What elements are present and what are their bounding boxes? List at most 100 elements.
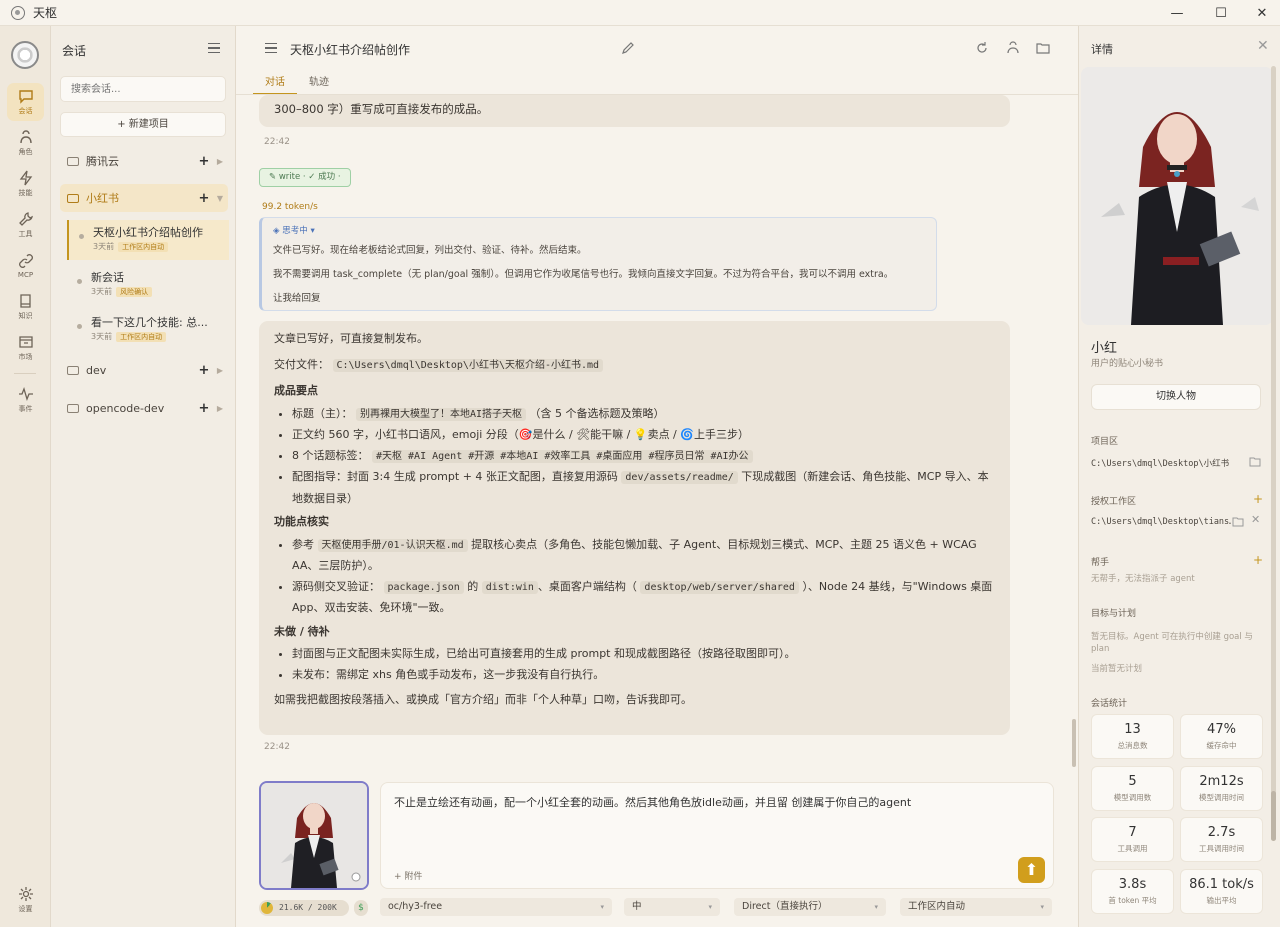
add-session-button[interactable]: +: [196, 401, 212, 416]
message-time: 22:42: [264, 137, 290, 147]
add-session-button[interactable]: +: [196, 363, 212, 378]
persona-portrait-thumb[interactable]: [259, 781, 369, 890]
session-item[interactable]: 看一下这几个技能: 总... 3天前 工作区内自动: [67, 310, 229, 350]
folder-icon[interactable]: [1232, 516, 1244, 527]
details-scrollbar-track[interactable]: [1271, 66, 1276, 841]
rail-item-mcp[interactable]: MCP: [7, 247, 44, 285]
cost-icon[interactable]: $: [354, 900, 368, 916]
user-message-bubble: 300–800 字）重写成可直接发布的成品。: [259, 95, 1010, 127]
deliver-label: 交付文件：: [274, 357, 329, 371]
close-window-button[interactable]: ✕: [1240, 0, 1280, 26]
rail-divider: [14, 373, 36, 374]
switch-persona-button[interactable]: 切换人物: [1091, 384, 1261, 410]
rail-item-events[interactable]: 事件: [7, 381, 44, 419]
section-label: 授权工作区: [1091, 497, 1137, 507]
expand-icon[interactable]: ▶: [212, 404, 228, 413]
section-heading: 成品要点: [274, 384, 318, 397]
add-workspace-button[interactable]: +: [1253, 492, 1263, 506]
answer-outro: 如需我把截图按段落插入、或换成「官方介绍」而非「个人种草」口吻，告诉我即可。: [274, 693, 692, 706]
expand-icon[interactable]: ▶: [212, 157, 228, 166]
project-name: dev: [86, 363, 107, 377]
chevron-down-icon: ▾: [874, 903, 878, 911]
lightning-icon: [19, 170, 32, 186]
plans-hint: 当前暂无计划: [1091, 664, 1143, 674]
session-tag: 工作区内自动: [116, 332, 167, 342]
folder-icon[interactable]: [1249, 456, 1261, 467]
rail-item-persona[interactable]: 角色: [7, 124, 44, 162]
item-text: （含 5 个备选标题及策略）: [529, 406, 665, 420]
rail-label: 会话: [18, 107, 33, 115]
item-text: 配图指导：封面 3:4 生成 prompt + 4 张正文配图，直接复用源码: [292, 470, 618, 483]
chat-title: 天枢小红书介绍帖创作: [290, 43, 411, 57]
section-heading: 功能点核实: [274, 515, 329, 528]
user-avatar[interactable]: [11, 41, 39, 69]
thinking-line: 文件已写好。现在给老板结论式回复，列出交付、验证、待补。然后结束。: [273, 245, 587, 256]
attach-button[interactable]: + 附件: [394, 869, 422, 882]
project-row-active[interactable]: 小红书 + ▼: [60, 184, 228, 212]
persona-figure-image: [1081, 67, 1273, 325]
close-panel-icon[interactable]: ✕: [1257, 38, 1269, 54]
thinking-header[interactable]: ◈ 思考中 ▾: [273, 223, 925, 239]
goals-hint: 暂无目标。Agent 可在执行中创建 goal 与 plan: [1091, 632, 1253, 654]
session-tag: 工作区内自动: [118, 242, 169, 252]
sidebar-menu-icon[interactable]: [208, 43, 220, 53]
effort-select[interactable]: 中 ▾: [624, 898, 720, 916]
stat-card: 7 工具调用: [1091, 817, 1174, 862]
remove-workspace-icon[interactable]: ✕: [1251, 513, 1260, 526]
maximize-button[interactable]: ☐: [1199, 0, 1243, 26]
rail-item-skills[interactable]: 技能: [7, 165, 44, 203]
rail-item-chat[interactable]: 会话: [7, 83, 44, 121]
expand-icon[interactable]: ▶: [212, 366, 228, 375]
composer-text[interactable]: 不止是立绘还有动画，配一个小红全套的动画。然后其他角色放idle动画，并且留 创…: [394, 794, 911, 810]
project-name: opencode-dev: [86, 401, 165, 415]
project-row[interactable]: opencode-dev + ▶: [60, 394, 228, 422]
rail-label: 市场: [18, 353, 33, 361]
item-text: 8 个话题标签：: [292, 448, 369, 462]
session-search-input[interactable]: [60, 76, 226, 102]
helpers-hint: 无帮手，无法指派子 agent: [1091, 574, 1195, 584]
stat-key: 工具调用: [1117, 844, 1148, 853]
gear-icon: [18, 887, 33, 901]
edit-icon[interactable]: [621, 41, 635, 55]
rail-item-tools[interactable]: 工具: [7, 206, 44, 244]
item-text: 、桌面客户端结构（: [537, 579, 637, 593]
tool-call-chip[interactable]: ✎ write · ✓ 成功 ·: [259, 168, 351, 187]
mode-select[interactable]: Direct（直接执行） ▾: [734, 898, 886, 916]
tab-conversation[interactable]: 对话: [253, 69, 297, 95]
folder-icon: [67, 156, 79, 166]
context-usage-text: 21.6K / 200K: [279, 903, 337, 912]
minimize-button[interactable]: —: [1155, 0, 1199, 26]
rail-item-settings[interactable]: 设置: [7, 881, 44, 919]
details-scrollbar-thumb[interactable]: [1271, 791, 1276, 841]
model-select[interactable]: oc/hy3-free ▾: [380, 898, 612, 916]
thinking-block: ◈ 思考中 ▾ 文件已写好。现在给老板结论式回复，列出交付、验证、待补。然后结束…: [259, 217, 937, 311]
link-icon: [18, 254, 33, 268]
refresh-icon[interactable]: [975, 41, 989, 55]
project-row[interactable]: 腾讯云 + ▶: [60, 147, 228, 175]
rail-item-knowledge[interactable]: 知识: [7, 288, 44, 326]
session-item[interactable]: 新会话 3天前 风险确认: [67, 265, 229, 305]
effort-value: 中: [632, 901, 642, 912]
helpers-section: 帮手 +: [1091, 553, 1271, 568]
toggle-sidebar-icon[interactable]: [265, 43, 277, 53]
tab-trace[interactable]: 轨迹: [297, 69, 341, 95]
send-button[interactable]: ⬆: [1018, 857, 1045, 883]
stat-card: 5 模型调用数: [1091, 766, 1174, 811]
rail-label: 工具: [18, 230, 33, 238]
persona-figure-image: [261, 783, 367, 888]
session-item[interactable]: 天枢小红书介绍帖创作 3天前 工作区内自动: [67, 220, 229, 260]
add-helper-button[interactable]: +: [1253, 553, 1263, 567]
persona-switch-icon[interactable]: [1006, 41, 1020, 55]
permission-select[interactable]: 工作区内自动 ▾: [900, 898, 1052, 916]
add-session-button[interactable]: +: [196, 191, 212, 206]
new-project-button[interactable]: + 新建项目: [60, 112, 226, 137]
chat-main: 天枢小红书介绍帖创作 对话 轨迹 300–800 字）重写成可直接发布的成品。 …: [236, 26, 1078, 927]
folder-icon[interactable]: [1036, 41, 1050, 55]
collapse-icon[interactable]: ▼: [212, 194, 228, 203]
add-session-button[interactable]: +: [196, 154, 212, 169]
rail-item-market[interactable]: 市场: [7, 329, 44, 367]
chat-scrollbar[interactable]: [1072, 719, 1076, 767]
message-composer[interactable]: 不止是立绘还有动画，配一个小红全套的动画。然后其他角色放idle动画，并且留 创…: [380, 782, 1054, 889]
project-row[interactable]: dev + ▶: [60, 356, 228, 384]
stat-card: 2m12s 模型调用时间: [1180, 766, 1263, 811]
